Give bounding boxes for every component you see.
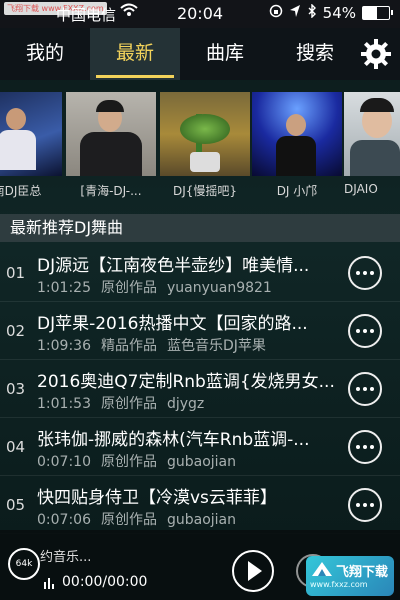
more-options-button[interactable] — [348, 314, 382, 348]
featured-item[interactable]: DJ{慢摇吧} — [160, 92, 250, 202]
player-title: 约音乐... — [40, 550, 92, 565]
bitrate-badge[interactable]: 64k — [8, 548, 40, 580]
mini-player: 64k 约音乐... 00:00/00:00 飞翔下载 www.fxxz.com — [0, 530, 400, 600]
song-title: 张玮伽-挪威的森林(汽车Rnb蓝调-... — [37, 430, 310, 450]
song-duration: 1:09:36 — [37, 338, 91, 354]
song-author: gubaojian — [166, 454, 237, 470]
play-button[interactable] — [232, 550, 274, 592]
equalizer-icon — [42, 576, 56, 593]
song-category: 精品作品 — [100, 338, 157, 354]
gear-icon[interactable] — [360, 38, 392, 70]
section-header: 最新推荐DJ舞曲 — [0, 214, 400, 242]
rotation-lock-icon — [269, 4, 283, 22]
featured-caption: DJAIO — [344, 182, 378, 196]
featured-photo — [252, 92, 342, 176]
more-options-button[interactable] — [348, 372, 382, 406]
track-number: 04 — [6, 438, 26, 456]
song-title: DJ苹果-2016热播中文【回家的路... — [37, 314, 308, 334]
song-duration: 0:07:10 — [37, 454, 91, 470]
featured-photo — [344, 92, 400, 176]
list-item[interactable]: 03 2016奥迪Q7定制Rnb蓝调{发烧男女... 1:01:53 原创作品 dj… — [0, 360, 400, 418]
song-meta: 0:07:06 原创作品 gubaojian — [37, 509, 246, 529]
battery-percent: 54% — [322, 4, 356, 22]
song-duration: 1:01:53 — [37, 396, 91, 412]
featured-item[interactable]: 南DJ臣总 — [0, 92, 62, 202]
location-icon — [289, 4, 301, 22]
track-number: 03 — [6, 380, 26, 398]
status-right: 54% — [269, 3, 393, 22]
featured-carousel: 南DJ臣总 [青海-DJ-... DJ{慢摇吧} DJ 小邝 DJAIO — [0, 92, 400, 202]
featured-item[interactable]: [青海-DJ-... — [66, 92, 156, 202]
battery-icon — [362, 6, 393, 20]
song-meta: 0:07:10 原创作品 gubaojian — [37, 451, 246, 471]
song-category: 原创作品 — [100, 280, 157, 296]
featured-photo — [160, 92, 250, 176]
featured-photo — [0, 92, 62, 176]
featured-item[interactable]: DJAIO — [344, 92, 400, 202]
featured-caption: [青海-DJ-... — [80, 184, 142, 198]
section-title: 最新推荐DJ舞曲 — [10, 218, 124, 237]
song-meta: 1:09:36 精品作品 蓝色音乐DJ苹果 — [37, 335, 276, 355]
song-category: 原创作品 — [100, 454, 157, 470]
song-category: 原创作品 — [100, 512, 157, 528]
list-item[interactable]: 01 DJ源远【江南夜色半壶纱】唯美情... 1:01:25 原创作品 yuanyu… — [0, 244, 400, 302]
song-title: 2016奥迪Q7定制Rnb蓝调{发烧男女... — [37, 372, 335, 392]
logo-text: 飞翔下载 — [336, 565, 389, 580]
song-author: gubaojian — [166, 512, 237, 528]
more-options-button[interactable] — [348, 256, 382, 290]
logo-url: www.fxxz.com — [310, 580, 368, 589]
song-author: 蓝色音乐DJ苹果 — [166, 338, 266, 354]
song-list: 01 DJ源远【江南夜色半壶纱】唯美情... 1:01:25 原创作品 yuanyu… — [0, 244, 400, 534]
tab-latest[interactable]: 最新 — [90, 28, 180, 80]
song-category: 原创作品 — [100, 396, 157, 412]
tab-search[interactable]: 搜索 — [270, 28, 360, 80]
song-duration: 0:07:06 — [37, 512, 91, 528]
tab-mine[interactable]: 我的 — [0, 28, 90, 80]
list-item[interactable]: 02 DJ苹果-2016热播中文【回家的路... 1:09:36 精品作品 蓝色音乐… — [0, 302, 400, 360]
song-author: djygz — [166, 396, 205, 412]
more-options-button[interactable] — [348, 430, 382, 464]
status-bar: 飞翔下载 www.FXXZ.com 中国电信 20:04 54% — [0, 0, 400, 28]
featured-caption: DJ 小邝 — [276, 184, 318, 198]
track-number: 02 — [6, 322, 26, 340]
song-meta: 1:01:53 原创作品 djygz — [37, 393, 214, 413]
track-number: 05 — [6, 496, 26, 514]
list-item[interactable]: 04 张玮伽-挪威的森林(汽车Rnb蓝调-... 0:07:10 原创作品 guba… — [0, 418, 400, 476]
song-duration: 1:01:25 — [37, 280, 91, 296]
featured-caption: 南DJ臣总 — [0, 184, 42, 198]
bluetooth-icon — [307, 3, 317, 22]
player-time: 00:00/00:00 — [62, 574, 148, 590]
featured-item[interactable]: DJ 小邝 — [252, 92, 342, 202]
song-meta: 1:01:25 原创作品 yuanyuan9821 — [37, 277, 282, 297]
top-tabs: 我的 最新 曲库 搜索 — [0, 28, 400, 80]
featured-photo — [66, 92, 156, 176]
more-options-button[interactable] — [348, 488, 382, 522]
song-author: yuanyuan9821 — [166, 280, 272, 296]
tab-library[interactable]: 曲库 — [180, 28, 270, 80]
track-number: 01 — [6, 264, 26, 282]
song-title: 快四贴身侍卫【冷漠vs云菲菲】 — [37, 488, 277, 508]
song-title: DJ源远【江南夜色半壶纱】唯美情... — [37, 256, 310, 276]
brand-logo: 飞翔下载 www.fxxz.com — [306, 556, 394, 596]
list-item[interactable]: 05 快四贴身侍卫【冷漠vs云菲菲】 0:07:06 原创作品 gubaojian — [0, 476, 400, 534]
featured-caption: DJ{慢摇吧} — [172, 184, 238, 198]
logo-mark-icon — [312, 562, 332, 576]
